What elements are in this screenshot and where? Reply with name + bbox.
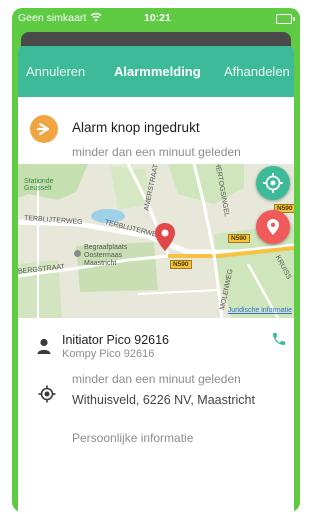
initiator-device: Kompy Pico 92616 — [62, 348, 155, 360]
battery-icon — [276, 14, 295, 24]
alarm-modal: Annuleren Alarmmelding Afhandelen Alarm … — [18, 46, 294, 512]
alarm-title: Alarm knop ingedrukt — [72, 120, 200, 135]
handle-button[interactable]: Afhandelen — [224, 64, 290, 79]
app-frame: Geen simkaart 10:21 Annuleren Alarmmeldi… — [12, 8, 300, 512]
map-label-cemetery: Oostermaas — [84, 252, 123, 259]
status-time: 10:21 — [144, 12, 171, 24]
personal-info-link[interactable]: Persoonlijke informatie — [72, 431, 193, 445]
map-label-cemetery: Maastricht — [84, 260, 117, 267]
road-tag: N590 — [170, 260, 192, 269]
map-label-station: Stationde Geusselt — [24, 178, 54, 192]
road-tag: N590 — [228, 234, 250, 243]
location-address: Withuisveld, 6226 NV, Maastricht — [72, 393, 255, 407]
alarm-icon — [30, 115, 58, 143]
cemetery-icon — [74, 250, 81, 257]
initiator-name: Initiator Pico 92616 — [62, 333, 170, 347]
cancel-button[interactable]: Annuleren — [26, 64, 85, 79]
map-label-cemetery: Begraafplaats — [84, 244, 128, 251]
crosshair-icon — [263, 173, 283, 193]
map-pin-icon — [155, 223, 175, 251]
map-view[interactable]: Stationde Geusselt TERBLIJTERWEG TERBLIJ… — [18, 164, 294, 318]
modal-header: Annuleren Alarmmelding Afhandelen — [18, 46, 294, 97]
arrow-icon — [36, 122, 50, 136]
phone-icon[interactable] — [271, 331, 287, 347]
wifi-icon — [90, 12, 102, 22]
location-time: minder dan een minuut geleden — [72, 372, 241, 386]
legal-link[interactable]: Juridische informatie — [228, 307, 292, 314]
locate-button[interactable] — [256, 166, 290, 200]
person-icon — [37, 338, 51, 354]
alarm-time: minder dan een minuut geleden — [72, 145, 241, 159]
pin-button[interactable] — [256, 210, 290, 244]
gps-target-icon — [38, 385, 56, 403]
location-pin-icon — [267, 219, 279, 235]
carrier-label: Geen simkaart — [18, 12, 87, 24]
modal-title: Alarmmelding — [114, 64, 201, 79]
status-bar: Geen simkaart 10:21 — [12, 8, 300, 30]
